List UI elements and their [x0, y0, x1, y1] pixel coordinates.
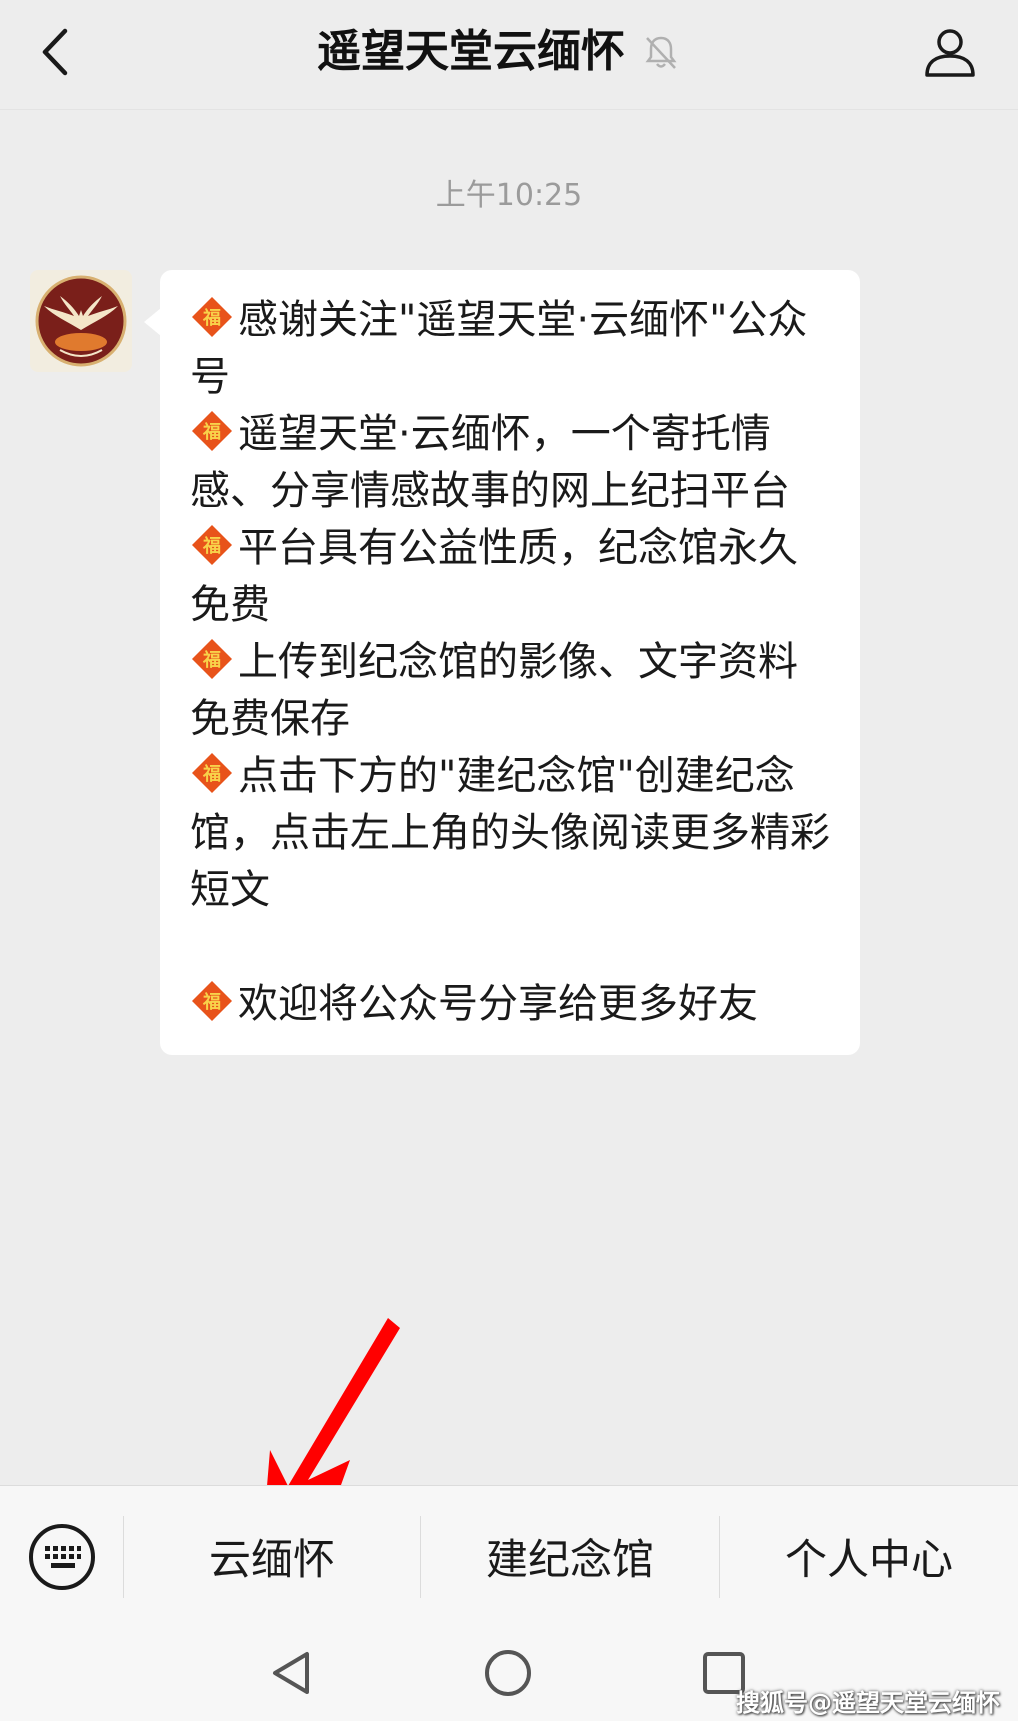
nav-back-button[interactable] — [262, 1643, 322, 1703]
fu-diamond-icon: 福 — [190, 637, 234, 681]
page-title: 遥望天堂云缅怀 — [0, 22, 1018, 82]
phoenix-logo-avatar — [35, 275, 127, 367]
svg-text:福: 福 — [202, 535, 221, 557]
bell-muted-icon — [645, 36, 677, 69]
message-paragraph: 福点击下方的"建纪念馆"创建纪念馆，点击左上角的头像阅读更多精彩短文 — [190, 751, 830, 913]
home-circle-icon — [485, 1650, 531, 1696]
menu-item-build-memorial[interactable]: 建纪念馆 — [421, 1486, 719, 1626]
nav-home-button[interactable] — [478, 1643, 538, 1703]
account-avatar[interactable] — [30, 270, 132, 372]
svg-text:福: 福 — [202, 649, 221, 671]
svg-text:福: 福 — [202, 763, 221, 785]
message-bubble[interactable]: 福感谢关注"遥望天堂·云缅怀"公众号 福遥望天堂·云缅怀，一个寄托情感、分享情感… — [144, 270, 860, 1055]
profile-button[interactable] — [920, 22, 980, 82]
fu-diamond-icon: 福 — [190, 979, 234, 1023]
back-triangle-icon — [273, 1652, 309, 1694]
account-name: 遥望天堂云缅怀 — [317, 26, 625, 77]
message-timestamp: 上午10:25 — [435, 178, 583, 213]
fu-diamond-icon: 福 — [190, 751, 234, 795]
fu-diamond-icon: 福 — [190, 295, 234, 339]
message-paragraph: 福感谢关注"遥望天堂·云缅怀"公众号 — [190, 295, 808, 400]
fu-diamond-icon: 福 — [190, 409, 234, 453]
message-paragraph: 福欢迎将公众号分享给更多好友 — [190, 976, 830, 1033]
svg-text:福: 福 — [202, 991, 221, 1013]
menu-item-personal-center[interactable]: 个人中心 — [720, 1486, 1018, 1626]
menu-item-yun-mianhuai[interactable]: 云缅怀 — [124, 1486, 420, 1626]
svg-text:福: 福 — [202, 307, 221, 329]
chat-header: 遥望天堂云缅怀 — [0, 0, 1018, 110]
message-paragraph: 福上传到纪念馆的影像、文字资料免费保存 — [190, 637, 798, 742]
account-menu-bar: 云缅怀 建纪念馆 个人中心 — [0, 1485, 1018, 1625]
message-paragraph: 福平台具有公益性质，纪念馆永久免费 — [190, 523, 798, 628]
person-icon — [925, 29, 975, 77]
svg-text:福: 福 — [202, 421, 221, 443]
keyboard-toggle-button[interactable] — [26, 1521, 98, 1593]
watermark-text: 搜狐号@遥望天堂云缅怀 — [736, 1689, 1000, 1717]
message-paragraph: 福遥望天堂·云缅怀，一个寄托情感、分享情感故事的网上纪扫平台 — [190, 409, 790, 514]
keyboard-icon — [29, 1524, 95, 1590]
fu-diamond-icon: 福 — [190, 523, 234, 567]
